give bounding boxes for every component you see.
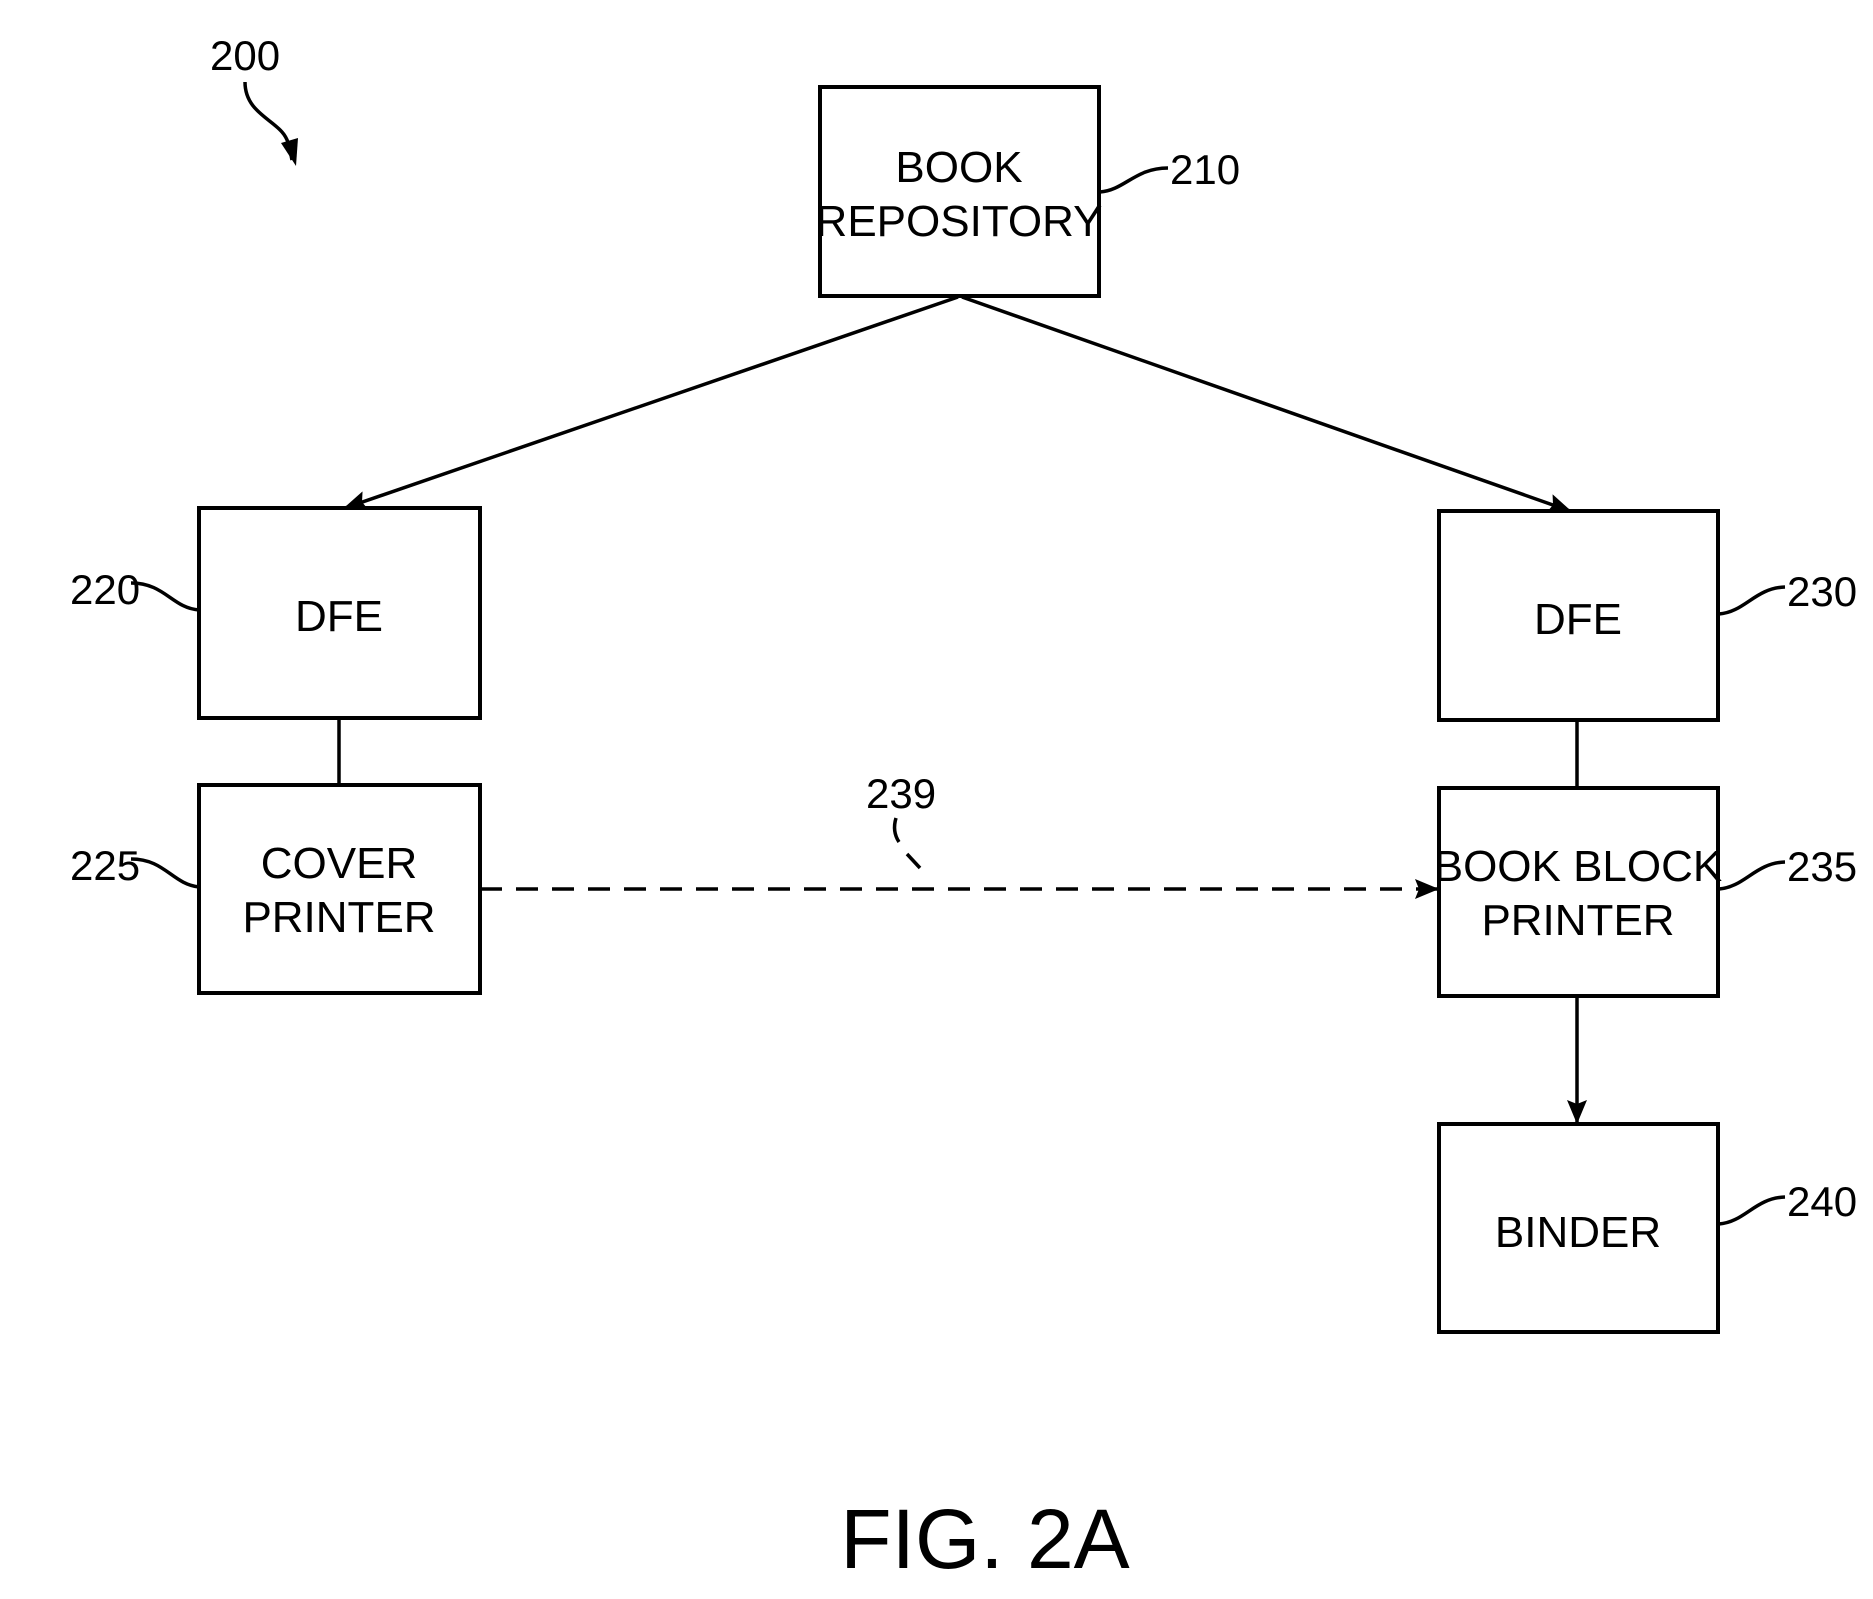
node-dfe-left-ref: 220 [70, 566, 140, 613]
node-cover-printer-ref: 225 [70, 842, 140, 889]
edge-ref-leader-upper [892, 817, 901, 843]
node-cover-printer-leader [130, 857, 200, 889]
figure-caption: FIG. 2A [840, 1492, 1129, 1586]
edge-repository-to-dfe-right [961, 295, 1572, 514]
node-book-repository-ref: 210 [1170, 146, 1240, 193]
node-cover-printer-box [197, 783, 482, 995]
edge-ref-label: 239 [866, 770, 936, 817]
node-cover-printer-line1: COVER [261, 839, 417, 888]
node-book-block-printer-line1: BOOK BLOCK [1434, 842, 1723, 891]
node-dfe-left: DFE 220 [70, 506, 482, 720]
node-binder-ref: 240 [1787, 1178, 1857, 1225]
node-binder-leader [1718, 1195, 1786, 1226]
node-dfe-left-leader [130, 581, 200, 612]
node-book-repository-line2: REPOSITORY [816, 197, 1103, 246]
edge-ref-leader-lower [905, 852, 922, 870]
node-binder: BINDER 240 [1437, 1122, 1857, 1334]
node-book-repository-leader [1099, 166, 1169, 194]
node-book-block-printer-line2: PRINTER [1481, 896, 1674, 945]
node-dfe-right-ref: 230 [1787, 568, 1857, 615]
node-book-block-printer: BOOK BLOCK PRINTER 235 [1434, 786, 1857, 998]
node-book-block-printer-ref: 235 [1787, 843, 1857, 890]
diagram-canvas: 200 239 BOOK REPOSITORY 210 DFE 220 COVE… [70, 32, 1857, 1586]
node-binder-line1: BINDER [1495, 1208, 1661, 1257]
node-dfe-right-leader [1718, 585, 1786, 616]
node-book-block-printer-leader [1718, 860, 1786, 891]
node-dfe-left-line1: DFE [295, 592, 383, 641]
node-dfe-right: DFE 230 [1437, 509, 1857, 722]
node-book-block-printer-box [1437, 786, 1720, 998]
node-book-repository-line1: BOOK [895, 143, 1022, 192]
figure-ref-arrowhead-icon [281, 138, 298, 166]
node-cover-printer-line2: PRINTER [242, 893, 435, 942]
node-book-repository: BOOK REPOSITORY 210 [816, 85, 1240, 298]
edge-repository-to-dfe-left [343, 295, 959, 511]
node-cover-printer: COVER PRINTER 225 [70, 783, 482, 995]
figure-ref-label: 200 [210, 32, 280, 79]
node-dfe-right-line1: DFE [1534, 595, 1622, 644]
